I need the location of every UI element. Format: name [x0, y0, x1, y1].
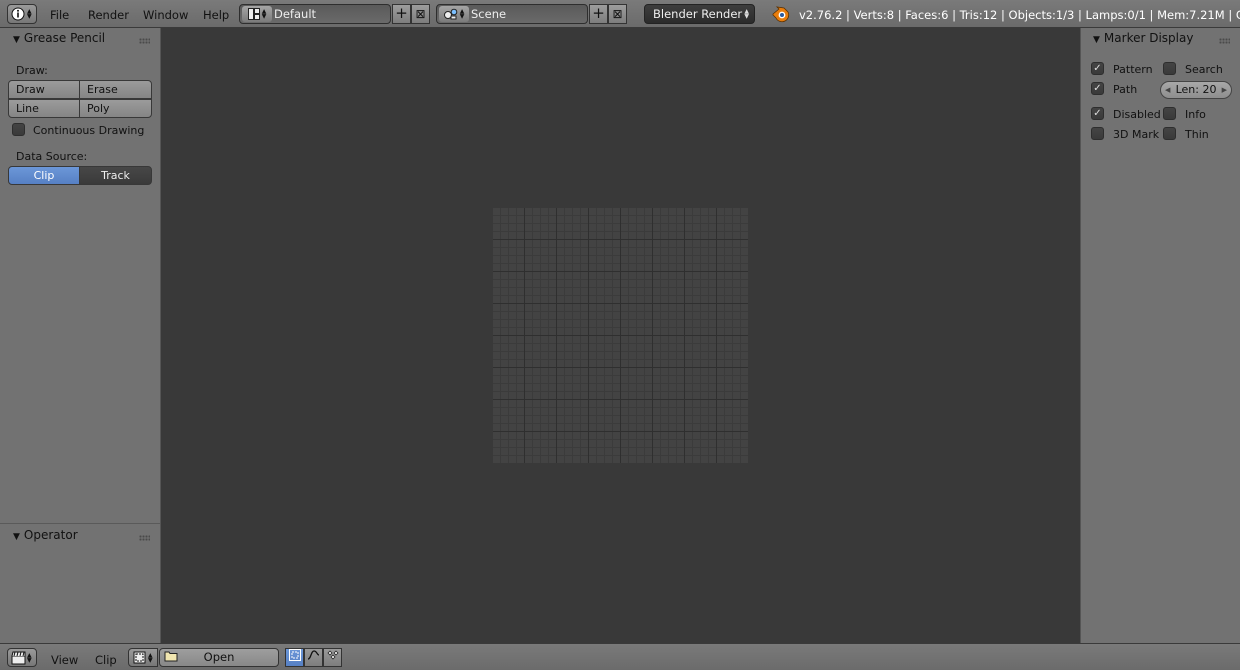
menu-view[interactable]: View: [51, 653, 78, 667]
info-checkbox[interactable]: [1163, 107, 1176, 120]
updown-arrows-icon: ▲ ▼: [744, 8, 749, 20]
thin-label: Thin: [1185, 128, 1209, 141]
updown-arrows-icon: ▲ ▼: [27, 8, 32, 20]
3d-mark-checkbox[interactable]: [1091, 127, 1104, 140]
menu-help[interactable]: Help: [203, 8, 229, 22]
delete-screen-button[interactable]: ⊠: [411, 4, 430, 24]
screen-layout-icon[interactable]: ▲ ▼: [242, 6, 272, 22]
data-source-clip-button[interactable]: Clip: [8, 166, 80, 185]
clip-browse-selector[interactable]: ▲ ▼: [128, 648, 158, 667]
clip-view-button[interactable]: [285, 648, 304, 667]
pattern-label: Pattern: [1113, 63, 1153, 76]
render-engine-value: Blender Render: [653, 7, 743, 21]
menu-file[interactable]: File: [50, 8, 69, 22]
panel-drag-handle[interactable]: [1219, 38, 1230, 44]
scene-value: Scene: [471, 7, 507, 21]
graph-view-button[interactable]: [304, 648, 323, 667]
data-source-track-button[interactable]: Track: [79, 166, 152, 185]
panel-drag-handle[interactable]: [139, 535, 150, 541]
info-label: Info: [1185, 108, 1206, 121]
editor-type-selector[interactable]: ▲ ▼: [7, 4, 37, 24]
draw-label: Draw:: [16, 64, 48, 77]
data-source-label: Data Source:: [16, 150, 88, 163]
editor-type-selector[interactable]: ▲ ▼: [7, 648, 37, 667]
add-scene-button[interactable]: +: [589, 4, 608, 24]
open-label: Open: [203, 650, 235, 664]
blender-logo-icon: [771, 5, 791, 23]
disclosure-triangle-icon: ▼: [13, 35, 20, 45]
thin-checkbox[interactable]: [1163, 127, 1176, 140]
checkmark-icon: ✓: [1093, 63, 1102, 74]
3d-mark-label: 3D Mark: [1113, 128, 1160, 141]
open-clip-button[interactable]: Open: [159, 648, 279, 667]
render-engine-selector[interactable]: Blender Render ▲ ▼: [644, 4, 755, 24]
screen-layout-field[interactable]: ▲ ▼ Default: [239, 4, 391, 24]
disclosure-triangle-icon: ▼: [13, 532, 20, 542]
grease-pencil-panel-header[interactable]: ▼ Grease Pencil: [13, 31, 105, 45]
path-checkbox[interactable]: ✓: [1091, 82, 1104, 95]
decrement-arrow-icon[interactable]: ◀: [1165, 82, 1170, 98]
path-length-value: Len: 20: [1175, 83, 1217, 96]
line-button[interactable]: Line: [8, 99, 80, 118]
continuous-drawing-label: Continuous Drawing: [33, 124, 145, 137]
screen-layout-value: Default: [274, 7, 317, 21]
delete-scene-button[interactable]: ⊠: [608, 4, 627, 24]
graph-curve-icon: [307, 650, 320, 664]
disabled-label: Disabled: [1113, 108, 1161, 121]
search-label: Search: [1185, 63, 1223, 76]
dopesheet-icon: [327, 650, 339, 664]
info-icon: [11, 7, 25, 21]
info-header: ▲ ▼ File Render Window Help ▲ ▼ Default + …: [0, 0, 1240, 28]
updown-arrows-icon: ▲ ▼: [148, 651, 153, 664]
disabled-checkbox[interactable]: ✓: [1091, 107, 1104, 120]
disclosure-triangle-icon: ▼: [1093, 35, 1100, 45]
path-label: Path: [1113, 83, 1138, 96]
clip-browse-icon: [132, 651, 146, 665]
poly-button[interactable]: Poly: [79, 99, 152, 118]
tool-shelf: ▼ Grease Pencil Draw: Draw Erase Line Pol…: [0, 28, 161, 643]
panel-divider: [0, 523, 160, 524]
updown-arrows-icon: ▲ ▼: [27, 651, 32, 664]
path-length-field[interactable]: ◀ Len: 20 ▶: [1160, 81, 1232, 99]
clip-view-icon: [288, 649, 301, 664]
search-checkbox[interactable]: [1163, 62, 1176, 75]
scene-stats: v2.76.2 | Verts:8 | Faces:6 | Tris:12 | …: [799, 8, 1240, 22]
checkmark-icon: ✓: [1093, 83, 1102, 94]
close-icon: ⊠: [415, 7, 426, 21]
checkmark-icon: ✓: [1093, 108, 1102, 119]
scene-field[interactable]: ▲ ▼ Scene: [436, 4, 588, 24]
panel-drag-handle[interactable]: [139, 38, 150, 44]
close-icon: ⊠: [612, 7, 623, 21]
erase-button[interactable]: Erase: [79, 80, 152, 99]
pattern-checkbox[interactable]: ✓: [1091, 62, 1104, 75]
draw-button[interactable]: Draw: [8, 80, 80, 99]
folder-icon: [164, 650, 178, 667]
menu-window[interactable]: Window: [143, 8, 188, 22]
clip-frame-grid: [493, 208, 748, 463]
dopesheet-view-button[interactable]: [323, 648, 342, 667]
add-screen-button[interactable]: +: [392, 4, 411, 24]
operator-panel-header[interactable]: ▼ Operator: [13, 528, 78, 542]
increment-arrow-icon[interactable]: ▶: [1222, 82, 1227, 98]
continuous-drawing-checkbox[interactable]: [12, 123, 25, 136]
marker-display-panel-header[interactable]: ▼ Marker Display: [1093, 31, 1193, 45]
scene-icon[interactable]: ▲ ▼: [439, 6, 469, 22]
clip-editor-icon: [11, 651, 26, 665]
plus-icon: +: [395, 4, 408, 22]
menu-clip[interactable]: Clip: [95, 653, 117, 667]
plus-icon: +: [592, 4, 605, 22]
menu-render[interactable]: Render: [88, 8, 129, 22]
